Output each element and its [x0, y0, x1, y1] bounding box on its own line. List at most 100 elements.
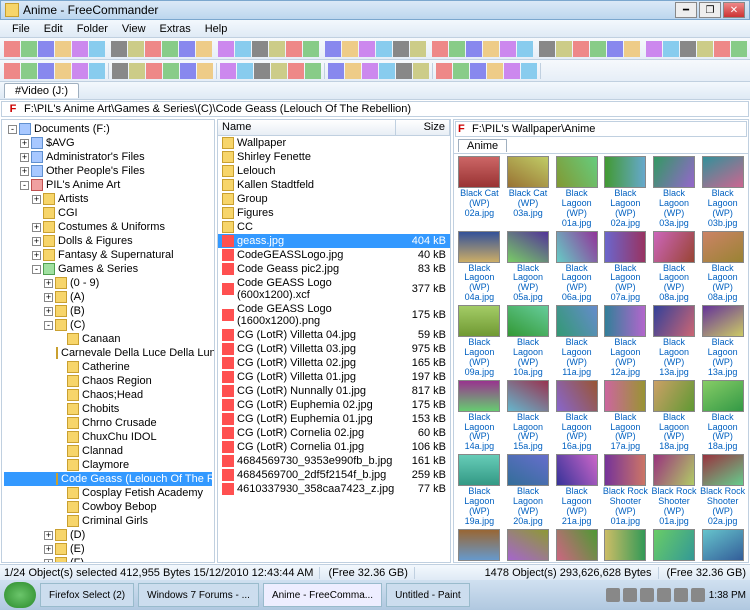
thumbnail[interactable]: Black Lagoon (WP) 01a.jpg — [553, 156, 600, 229]
toolbar-button[interactable] — [697, 41, 713, 57]
toolbar-button[interactable] — [607, 41, 623, 57]
minimize-button[interactable]: ━ — [675, 2, 697, 18]
tray-icon[interactable] — [606, 588, 620, 602]
file-row[interactable]: Group — [218, 192, 450, 206]
toolbar-button[interactable] — [573, 41, 589, 57]
thumbnail[interactable]: Black Rock Shooter (WP) 05a.jpg — [553, 529, 600, 562]
start-button[interactable] — [4, 582, 36, 608]
file-row[interactable]: CG (LotR) Villetta 04.jpg59 kB — [218, 328, 450, 342]
tray-icon[interactable] — [674, 588, 688, 602]
toolbar-button[interactable] — [235, 41, 251, 57]
tree-node[interactable]: +(F) — [4, 556, 212, 563]
toolbar-button[interactable] — [4, 41, 20, 57]
toolbar-button[interactable] — [663, 41, 679, 57]
toolbar-button[interactable] — [483, 41, 499, 57]
tree-node[interactable]: +(D) — [4, 528, 212, 542]
maximize-button[interactable]: ❐ — [699, 2, 721, 18]
expand-icon[interactable]: + — [44, 559, 53, 564]
file-row[interactable]: Code Geass pic2.jpg83 kB — [218, 262, 450, 276]
thumbnail[interactable]: Black Lagoon (WP) 18a.jpg — [651, 380, 698, 453]
toolbar-button[interactable] — [379, 63, 395, 79]
toolbar-button[interactable] — [38, 41, 54, 57]
expand-icon[interactable]: + — [44, 545, 53, 554]
tree-node[interactable]: Carnevale Della Luce Della Luna — [4, 346, 212, 360]
tree-node[interactable]: Code Geass (Lelouch Of The Rebellion) — [4, 472, 212, 486]
toolbar-button[interactable] — [590, 41, 606, 57]
col-name[interactable]: Name — [218, 120, 396, 135]
thumbnail-grid[interactable]: Black Cat (WP) 02a.jpgBlack Cat (WP) 03a… — [454, 154, 748, 562]
toolbar-button[interactable] — [680, 41, 696, 57]
tree-node[interactable]: +Costumes & Uniforms — [4, 220, 212, 234]
column-header[interactable]: Name Size — [218, 120, 450, 136]
tree-node[interactable]: +Other People's Files — [4, 164, 212, 178]
toolbar-button[interactable] — [72, 41, 88, 57]
thumbnail[interactable]: Black Lagoon (WP) 05a.jpg — [505, 231, 552, 304]
file-row[interactable]: Wallpaper — [218, 136, 450, 150]
thumbnail[interactable]: Black Lagoon (WP) 06a.jpg — [553, 231, 600, 304]
toolbar-button[interactable] — [38, 63, 54, 79]
thumbnail[interactable]: Black Lagoon (WP) 08a.jpg — [699, 231, 746, 304]
tree-node[interactable]: -Games & Series — [4, 262, 212, 276]
file-row[interactable]: Code GEASS Logo (600x1200).xcf377 kB — [218, 276, 450, 302]
menu-edit[interactable]: Edit — [38, 22, 69, 36]
thumbnail[interactable]: Black Lagoon (WP) 10a.jpg — [505, 305, 552, 378]
expand-icon[interactable]: + — [44, 531, 53, 540]
thumbnail[interactable]: Black Lagoon (WP) 09a.jpg — [456, 305, 503, 378]
thumbnail[interactable]: Black Lagoon (WP) 20a.jpg — [505, 454, 552, 527]
toolbar-button[interactable] — [21, 41, 37, 57]
toolbar-button[interactable] — [269, 41, 285, 57]
expand-icon[interactable]: + — [32, 223, 41, 232]
menu-extras[interactable]: Extras — [154, 22, 197, 36]
thumbnail[interactable]: Black Lagoon (WP) 14a.jpg — [456, 380, 503, 453]
file-row[interactable]: CG (LotR) Euphemia 02.jpg175 kB — [218, 398, 450, 412]
thumbnail[interactable]: Black Rock Shooter (WP) 05a.jpg — [602, 529, 649, 562]
tree-node[interactable]: +Administrator's Files — [4, 150, 212, 164]
right-path-bar[interactable]: F F:\PIL's Wallpaper\Anime — [455, 121, 747, 137]
tree-node[interactable]: +$AVG — [4, 136, 212, 150]
tree-node[interactable]: Cosplay Fetish Academy — [4, 486, 212, 500]
collapse-icon[interactable]: - — [20, 181, 29, 190]
thumbnail[interactable]: Black Lagoon (WP) 13a.jpg — [699, 305, 746, 378]
toolbar-button[interactable] — [345, 63, 361, 79]
file-row[interactable]: CG (LotR) Villetta 01.jpg197 kB — [218, 370, 450, 384]
toolbar-button[interactable] — [731, 41, 747, 57]
toolbar-button[interactable] — [500, 41, 516, 57]
toolbar-button[interactable] — [111, 41, 127, 57]
toolbar-button[interactable] — [237, 63, 253, 79]
toolbar-button[interactable] — [129, 63, 145, 79]
toolbar-button[interactable] — [146, 63, 162, 79]
file-list-pane[interactable]: Name Size WallpaperShirley FenetteLelouc… — [217, 119, 451, 563]
toolbar-button[interactable] — [432, 41, 448, 57]
toolbar-button[interactable] — [196, 41, 212, 57]
thumbnail[interactable]: Black Rock Shooter (WP) 01a.jpg — [651, 454, 698, 527]
tray-icon[interactable] — [691, 588, 705, 602]
thumbnail[interactable]: Black Lagoon (WP) 03a.jpg — [651, 156, 698, 229]
toolbar-button[interactable] — [89, 63, 105, 79]
toolbar-button[interactable] — [714, 41, 730, 57]
toolbar-button[interactable] — [413, 63, 429, 79]
thumbnail[interactable]: Black Lagoon (WP) 12a.jpg — [602, 305, 649, 378]
thumbnail[interactable]: Black Lagoon (WP) 21a.jpg — [553, 454, 600, 527]
toolbar-button[interactable] — [325, 41, 341, 57]
thumbnail[interactable]: Black Lagoon (WP) 18a.jpg — [699, 380, 746, 453]
toolbar-button[interactable] — [396, 63, 412, 79]
tree-node[interactable]: Criminal Girls — [4, 514, 212, 528]
tray-icon[interactable] — [640, 588, 654, 602]
tree-node[interactable]: Chrno Crusade — [4, 416, 212, 430]
thumbnail[interactable]: Black Lagoon (WP) 03b.jpg — [699, 156, 746, 229]
thumbnail[interactable]: Black Lagoon (WP) 07a.jpg — [602, 231, 649, 304]
toolbar-button[interactable] — [362, 63, 378, 79]
collapse-icon[interactable]: - — [44, 321, 53, 330]
thumbnail[interactable]: Black Lagoon (WP) 04a.jpg — [456, 231, 503, 304]
toolbar-button[interactable] — [556, 41, 572, 57]
menu-folder[interactable]: Folder — [71, 22, 114, 36]
toolbar-button[interactable] — [393, 41, 409, 57]
tree-node[interactable]: Canaan — [4, 332, 212, 346]
tree-node[interactable]: Chaos;Head — [4, 388, 212, 402]
collapse-icon[interactable]: - — [32, 265, 41, 274]
thumbnail[interactable]: Black Lagoon (WP) 02a.jpg — [602, 156, 649, 229]
thumbnail[interactable]: Black Rock Shooter (WP) 07a.jpg — [699, 529, 746, 562]
thumbnail[interactable]: Black Lagoon (WP) 17a.jpg — [602, 380, 649, 453]
thumbnail[interactable]: Black Lagoon (WP) 13a.jpg — [651, 305, 698, 378]
menu-file[interactable]: File — [6, 22, 36, 36]
